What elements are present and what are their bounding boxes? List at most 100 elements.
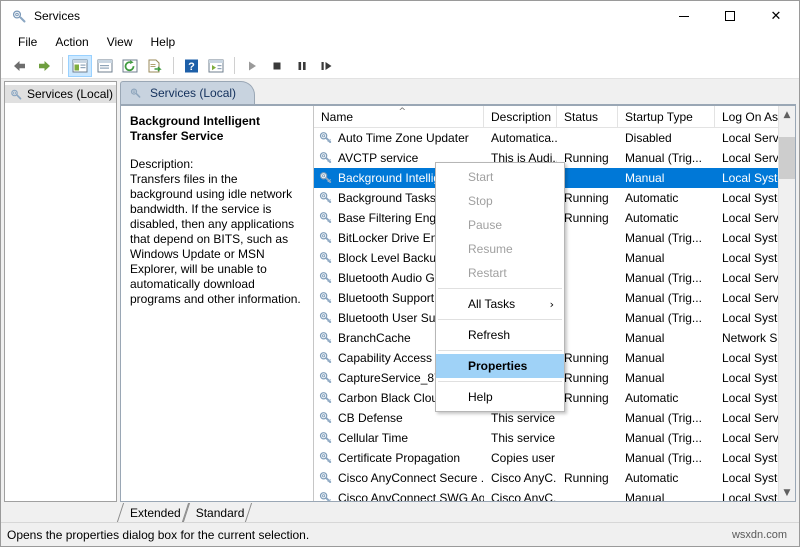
selected-service-title: Background Intelligent Transfer Service <box>130 114 261 143</box>
context-menu-item-pause: Pause <box>436 213 564 237</box>
scrollbar-thumb[interactable] <box>778 137 795 179</box>
cell-startup-type: Manual (Trig... <box>625 271 702 285</box>
service-name-label: Cisco AnyConnect Secure ... <box>338 471 484 485</box>
close-button[interactable]: ✕ <box>753 1 799 31</box>
window-title: Services <box>34 9 81 23</box>
context-menu-item-properties[interactable]: Properties <box>436 354 564 378</box>
description-label: Description: <box>130 157 194 171</box>
column-header-status[interactable]: Status <box>557 106 618 127</box>
cell-log-on-as: Local Syste... <box>722 191 785 205</box>
toolbar: ? <box>1 53 799 79</box>
maximize-button[interactable] <box>707 1 753 31</box>
help-button[interactable]: ? <box>179 55 203 77</box>
cell-startup-type: Manual (Trig... <box>625 411 702 425</box>
description-pane: Background Intelligent Transfer Service … <box>121 106 314 501</box>
service-gear-icon <box>318 471 334 485</box>
table-row[interactable]: Cellular Time This service ... Manual (Tri… <box>314 428 795 448</box>
menu-action[interactable]: Action <box>46 33 97 52</box>
show-hide-console-tree-button[interactable] <box>68 54 92 77</box>
context-menu-item-help[interactable]: Help <box>436 385 564 409</box>
pause-service-button[interactable] <box>290 55 314 77</box>
table-row[interactable]: Certificate Propagation Copies user ... Ma… <box>314 448 795 468</box>
column-header-label: Description <box>491 109 552 124</box>
cell-name: Cellular Time <box>314 431 484 445</box>
service-gear-icon <box>318 271 334 285</box>
cell-log-on-as: Local Service <box>722 291 785 305</box>
menu-view[interactable]: View <box>98 33 142 52</box>
restart-service-button[interactable] <box>315 55 339 77</box>
table-row[interactable]: Auto Time Zone Updater Automatica... Disab… <box>314 128 795 148</box>
tab-extended[interactable]: Extended <box>116 503 189 522</box>
cell-status: Running <box>564 371 609 385</box>
context-menu-item-all-tasks[interactable]: All Tasks › <box>436 292 564 316</box>
context-menu-item-label: Refresh <box>468 328 511 342</box>
context-menu-item-start: Start <box>436 165 564 189</box>
list-header: Name ^ Description Status Startup Type Log On… <box>314 106 795 128</box>
context-menu-item-restart: Restart <box>436 261 564 285</box>
menu-help[interactable]: Help <box>142 33 185 52</box>
service-name-label: Auto Time Zone Updater <box>338 131 469 145</box>
service-gear-icon <box>318 191 334 205</box>
cell-startup-type: Manual <box>625 371 665 385</box>
forward-button[interactable] <box>32 55 56 77</box>
right-pane: Services (Local) Background Intelligent … <box>120 81 796 502</box>
column-header-log-on-as[interactable]: Log On As <box>715 106 785 127</box>
services-gear-icon <box>10 8 27 24</box>
pane-tab-strip: Services (Local) <box>120 81 796 104</box>
context-menu: Start Stop Pause Resume Restart All Tasks › Ref… <box>435 162 565 412</box>
vertical-scrollbar[interactable]: ▲ ▼ <box>778 106 795 501</box>
svg-text:?: ? <box>188 61 195 73</box>
service-gear-icon <box>318 331 334 345</box>
show-action-pane-button[interactable] <box>204 55 228 77</box>
cell-log-on-as: Local Service <box>722 411 785 425</box>
context-menu-item-label: Help <box>468 390 493 404</box>
scroll-down-arrow-icon[interactable]: ▼ <box>779 484 796 501</box>
service-name-label: BranchCache <box>338 331 411 345</box>
main-body: Services (Local) Services (Local) Backgr… <box>1 79 799 502</box>
context-menu-item-resume: Resume <box>436 237 564 261</box>
cell-name: Certificate Propagation <box>314 451 484 465</box>
minimize-button[interactable] <box>661 1 707 31</box>
tree-node-services-local[interactable]: Services (Local) <box>5 85 116 103</box>
cell-startup-type: Manual <box>625 331 665 345</box>
scroll-up-arrow-icon[interactable]: ▲ <box>779 106 796 123</box>
table-row[interactable]: Cisco AnyConnect SWG Ag... Cisco AnyC... M… <box>314 488 795 501</box>
cell-startup-type: Manual (Trig... <box>625 151 702 165</box>
table-row[interactable]: Cisco AnyConnect Secure ... Cisco AnyC...… <box>314 468 795 488</box>
services-gear-icon-small <box>9 88 23 101</box>
start-service-button[interactable] <box>240 55 264 77</box>
sort-ascending-icon: ^ <box>398 107 407 117</box>
service-gear-icon <box>318 431 334 445</box>
scrollbar-track[interactable] <box>778 123 795 484</box>
back-button[interactable] <box>7 55 31 77</box>
menu-bar: File Action View Help <box>1 31 799 53</box>
service-name-label: CB Defense <box>338 411 403 425</box>
cell-log-on-as: Local Service <box>722 431 785 445</box>
context-menu-item-refresh[interactable]: Refresh <box>436 323 564 347</box>
column-header-startup-type[interactable]: Startup Type <box>618 106 715 127</box>
context-menu-item-label: Resume <box>468 242 513 256</box>
services-window: Services ✕ File Action View Help ? Servi… <box>0 0 800 547</box>
tab-standard[interactable]: Standard <box>182 503 253 522</box>
refresh-button[interactable] <box>118 55 142 77</box>
cell-log-on-as: Local Syste... <box>722 251 785 265</box>
cell-name: Auto Time Zone Updater <box>314 131 484 145</box>
cell-log-on-as: Local Syste... <box>722 231 785 245</box>
properties-window-button[interactable] <box>93 55 117 77</box>
cell-log-on-as: Local Syste... <box>722 371 785 385</box>
window-controls: ✕ <box>661 1 799 31</box>
stop-service-button[interactable] <box>265 55 289 77</box>
service-gear-icon <box>318 311 334 325</box>
export-list-button[interactable] <box>143 55 167 77</box>
context-menu-item-label: Start <box>468 170 494 184</box>
service-gear-icon <box>318 391 334 405</box>
menu-file[interactable]: File <box>9 33 46 52</box>
context-menu-item-label: All Tasks <box>468 297 516 311</box>
cell-startup-type: Automatic <box>625 391 679 405</box>
cell-status: Running <box>564 191 609 205</box>
cell-startup-type: Manual (Trig... <box>625 311 702 325</box>
tab-services-local[interactable]: Services (Local) <box>120 81 256 104</box>
column-header-description[interactable]: Description <box>484 106 557 127</box>
context-menu-separator <box>438 350 562 351</box>
column-header-name[interactable]: Name ^ <box>314 106 484 127</box>
